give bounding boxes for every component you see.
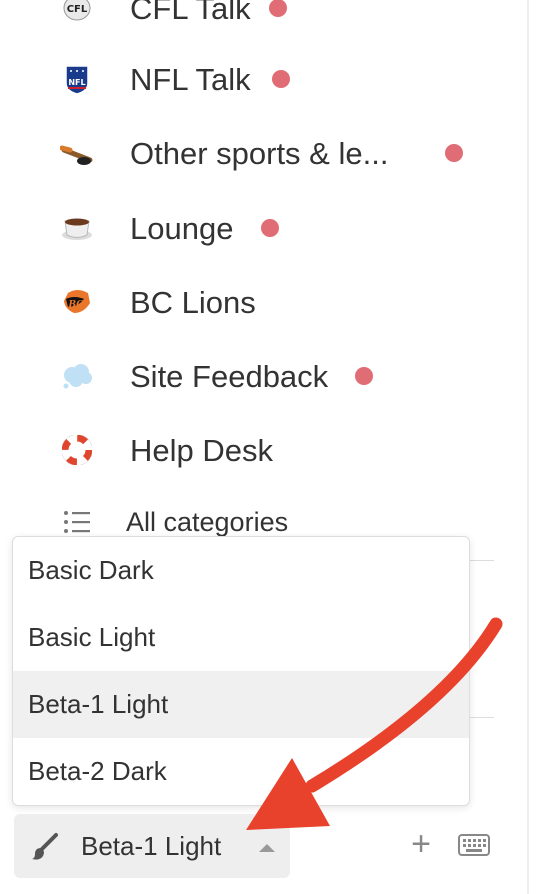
- theme-option-basic-light[interactable]: Basic Light: [13, 604, 469, 671]
- cfl-logo-icon: CFL: [60, 0, 94, 25]
- theme-option-basic-dark[interactable]: Basic Dark: [13, 537, 469, 604]
- unread-dot: [261, 219, 279, 237]
- unread-dot: [445, 144, 463, 162]
- unread-dot: [355, 367, 373, 385]
- category-label: CFL Talk: [130, 0, 251, 26]
- category-bc-lions[interactable]: BC BC Lions: [0, 272, 520, 332]
- theme-option-label: Basic Dark: [28, 555, 154, 585]
- nfl-logo-icon: NFL: [60, 62, 94, 96]
- category-label: Other sports & le...: [130, 135, 389, 171]
- caret-up-icon: [258, 840, 276, 858]
- theme-dropdown-menu: Basic Dark Basic Light Beta-1 Light Beta…: [12, 536, 470, 806]
- category-help-desk[interactable]: Help Desk: [0, 420, 520, 480]
- hockey-stick-icon: [60, 136, 94, 170]
- theme-option-label: Basic Light: [28, 622, 156, 652]
- theme-option-label: Beta-1 Light: [28, 689, 169, 719]
- category-cfl-talk[interactable]: CFL CFL Talk: [0, 0, 520, 38]
- bc-lions-logo-icon: BC: [60, 285, 94, 319]
- svg-text:NFL: NFL: [68, 78, 85, 87]
- sidebar-border: [527, 0, 529, 894]
- paintbrush-icon: [30, 832, 60, 867]
- category-label: BC Lions: [130, 284, 256, 320]
- divider: [468, 560, 494, 561]
- svg-text:BC: BC: [68, 300, 85, 310]
- theme-option-beta-2-dark[interactable]: Beta-2 Dark: [13, 738, 469, 805]
- category-label: NFL Talk: [130, 61, 251, 97]
- sidebar-footer: Beta-1 Light +: [0, 808, 527, 894]
- list-icon: [60, 505, 94, 539]
- keyboard-icon[interactable]: [458, 834, 490, 861]
- speech-cloud-icon: [60, 359, 94, 393]
- category-site-feedback[interactable]: Site Feedback: [0, 346, 520, 406]
- category-other-sports[interactable]: Other sports & le...: [0, 123, 520, 183]
- life-ring-icon: [60, 433, 94, 467]
- category-label: Lounge: [130, 210, 234, 246]
- category-label: Site Feedback: [130, 358, 329, 394]
- category-list: CFL CFL Talk NFL NFL Talk Other sports &…: [0, 0, 527, 540]
- plus-icon[interactable]: +: [405, 827, 437, 861]
- category-lounge[interactable]: Lounge: [0, 198, 520, 258]
- theme-option-label: Beta-2 Dark: [28, 756, 167, 786]
- theme-selector-button[interactable]: Beta-1 Light: [14, 814, 290, 878]
- unread-dot: [269, 0, 287, 17]
- category-nfl-talk[interactable]: NFL NFL Talk: [0, 49, 520, 109]
- category-label: Help Desk: [130, 432, 273, 468]
- coffee-cup-icon: [60, 211, 94, 245]
- theme-option-beta-1-light[interactable]: Beta-1 Light: [13, 671, 469, 738]
- all-categories-label: All categories: [126, 506, 289, 537]
- theme-selector-label: Beta-1 Light: [81, 830, 222, 861]
- svg-text:CFL: CFL: [67, 4, 88, 15]
- unread-dot: [272, 70, 290, 88]
- divider: [468, 717, 494, 718]
